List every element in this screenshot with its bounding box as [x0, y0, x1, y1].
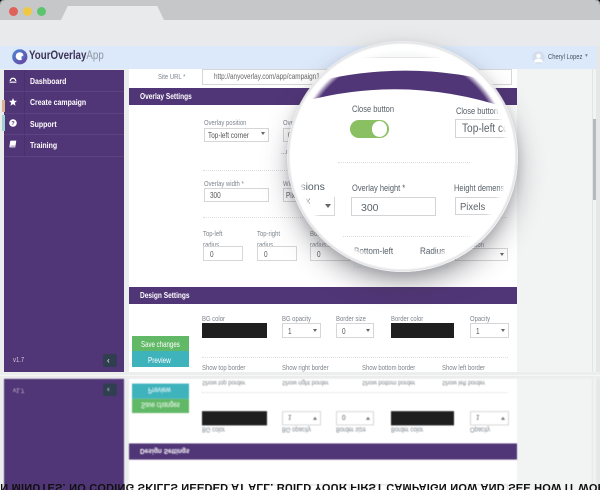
svg-text:?: ?: [11, 121, 15, 127]
